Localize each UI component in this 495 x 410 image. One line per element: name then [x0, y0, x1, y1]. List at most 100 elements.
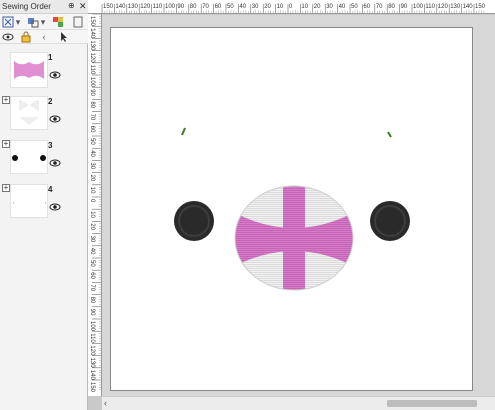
ruler-label: 140: [463, 4, 474, 10]
panel-toolbar-secondary: ‹: [0, 30, 88, 44]
left-tuft: [181, 127, 186, 136]
scroll-left-icon[interactable]: ‹: [104, 398, 107, 408]
ruler-label: 120: [438, 4, 449, 10]
pin-icon[interactable]: ⊕: [68, 1, 75, 10]
sewing-order-panel: Sewing Order ⊕ ✕ ▾ ▾ ‹ 1 + 2 + 3 + 4: [0, 0, 88, 410]
lock-icon[interactable]: [20, 31, 32, 43]
item-number: 4: [48, 185, 53, 194]
ruler-label: 10: [277, 4, 284, 10]
scroll-thumb[interactable]: [387, 400, 477, 407]
ruler-label: 70: [202, 4, 209, 10]
ruler-label: 130: [450, 4, 461, 10]
ruler-label: 140: [89, 370, 95, 381]
panel-title-bar: Sewing Order ⊕ ✕: [0, 0, 88, 14]
frame-icon[interactable]: [72, 16, 84, 28]
ruler-label: 10: [89, 211, 95, 218]
ruler-label: 20: [89, 223, 95, 230]
ruler-label: 20: [89, 175, 95, 182]
item-thumbnail: [10, 184, 48, 218]
back-icon[interactable]: ‹: [38, 31, 50, 43]
expand-icon[interactable]: +: [2, 184, 10, 192]
eye-icon[interactable]: [49, 110, 61, 123]
ruler-label: 90: [89, 89, 95, 96]
ruler-label: 120: [89, 53, 95, 64]
right-eye[interactable]: [370, 201, 410, 241]
ruler-label: 120: [89, 345, 95, 356]
ruler-label: 40: [239, 4, 246, 10]
ruler-label: 150: [89, 16, 95, 27]
ruler-label: 100: [165, 4, 176, 10]
item-number: 3: [48, 141, 53, 150]
view-icon[interactable]: [2, 31, 14, 43]
ruler-label: 90: [401, 4, 408, 10]
ruler-label: 100: [89, 321, 95, 332]
ruler-label: 100: [89, 77, 95, 88]
expand-icon[interactable]: +: [2, 96, 10, 104]
ruler-label: 150: [475, 4, 486, 10]
ruler-label: 70: [89, 114, 95, 121]
ruler-label: 0: [289, 4, 293, 10]
ruler-label: 140: [115, 4, 126, 10]
ruler-label: 60: [215, 4, 222, 10]
ruler-label: 20: [314, 4, 321, 10]
ruler-label: 10: [301, 4, 308, 10]
color-icon[interactable]: [52, 16, 64, 28]
item-thumbnail: [10, 96, 48, 130]
ruler-label: 150: [103, 4, 114, 10]
ruler-label: 30: [252, 4, 259, 10]
ruler-label: 50: [89, 260, 95, 267]
ruler-label: 30: [326, 4, 333, 10]
ruler-label: 30: [89, 162, 95, 169]
panel-toolbar: ▾ ▾: [0, 14, 88, 30]
ruler-label: 120: [140, 4, 151, 10]
ruler-label: 50: [227, 4, 234, 10]
item-thumbnail: [10, 140, 48, 174]
embroidery-design[interactable]: [111, 28, 472, 390]
ruler-label: 130: [89, 40, 95, 51]
ruler-label: 70: [89, 284, 95, 291]
horizontal-ruler: 150 140 130 120 110 100 90 80 70 60 50 40 30 20 10 0 10 2…: [88, 0, 495, 14]
chevron-down-icon[interactable]: ▾: [40, 16, 46, 28]
expand-icon[interactable]: +: [2, 140, 10, 148]
ruler-label: 110: [89, 333, 95, 343]
chevron-down-icon[interactable]: ▾: [15, 16, 21, 28]
right-tuft: [387, 131, 392, 138]
ruler-label: 110: [153, 4, 163, 10]
ruler-label: 60: [89, 126, 95, 133]
ruler-label: 40: [89, 150, 95, 157]
ruler-label: 30: [89, 236, 95, 243]
ruler-label: 110: [425, 4, 435, 10]
ruler-label: 90: [177, 4, 184, 10]
ruler-label: 50: [351, 4, 358, 10]
ruler-label: 130: [89, 358, 95, 369]
cursor-icon[interactable]: [58, 31, 70, 43]
select-grid-icon[interactable]: [2, 16, 14, 28]
eye-icon[interactable]: [49, 66, 61, 79]
item-number: 2: [48, 97, 53, 106]
ruler-label: 60: [89, 272, 95, 279]
ruler-label: 140: [89, 28, 95, 39]
ruler-label: 80: [190, 4, 197, 10]
ruler-label: 80: [388, 4, 395, 10]
ruler-label: 90: [89, 309, 95, 316]
item-number: 1: [48, 53, 53, 62]
ruler-label: 10: [89, 187, 95, 194]
horizontal-scrollbar[interactable]: ‹: [102, 396, 495, 410]
ruler-label: 70: [376, 4, 383, 10]
ruler-label: 80: [89, 297, 95, 304]
ruler-label: 40: [89, 248, 95, 255]
item-thumbnail: [10, 52, 48, 88]
ruler-label: 110: [89, 65, 95, 75]
pink-nose[interactable]: [231, 183, 361, 293]
ruler-label: 80: [89, 101, 95, 108]
left-eye[interactable]: [174, 201, 214, 241]
ruler-label: 60: [363, 4, 370, 10]
vertical-ruler: 150 140 130 120 110 100 90 80 70 60 50 40 30 20 10 0 10 2…: [88, 14, 102, 396]
ruler-label: 130: [128, 4, 139, 10]
close-icon[interactable]: ✕: [79, 1, 87, 12]
eye-icon[interactable]: [49, 154, 61, 167]
order-icon[interactable]: [27, 16, 39, 28]
eye-icon[interactable]: [49, 198, 61, 211]
embroidery-hoop[interactable]: [110, 27, 473, 391]
ruler-label: 40: [339, 4, 346, 10]
